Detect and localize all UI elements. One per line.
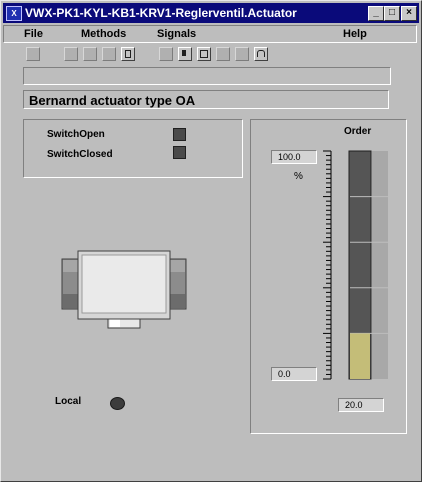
order-min-value: 0.0 <box>271 367 317 381</box>
tool-7-icon[interactable] <box>178 47 192 61</box>
tool-7-glyph <box>182 50 186 56</box>
local-indicator <box>110 397 125 410</box>
description-field: Bernarnd actuator type OA <box>23 90 389 109</box>
switch-open-label: SwitchOpen <box>47 129 105 140</box>
tool-2-icon[interactable] <box>64 47 78 61</box>
tool-9-icon[interactable] <box>216 47 230 61</box>
tool-8-icon[interactable] <box>197 47 211 61</box>
tool-1-icon[interactable] <box>26 47 40 61</box>
tool-10-icon[interactable] <box>235 47 249 61</box>
order-unit: % <box>294 171 303 182</box>
order-title: Order <box>344 126 372 137</box>
menu-methods[interactable]: Methods <box>81 28 126 40</box>
tool-3-icon[interactable] <box>83 47 97 61</box>
order-max-value: 100.0 <box>271 150 317 164</box>
order-bar-gauge <box>323 150 388 380</box>
maximize-button[interactable]: □ <box>384 6 400 21</box>
order-current-value: 20.0 <box>338 398 384 412</box>
switch-closed-label: SwitchClosed <box>47 149 113 160</box>
tool-4-icon[interactable] <box>102 47 116 61</box>
order-bar-shadow <box>372 151 388 379</box>
tool-11-icon[interactable] <box>254 47 268 61</box>
close-button[interactable]: × <box>401 6 417 21</box>
local-label: Local <box>55 396 82 407</box>
status-field <box>23 67 391 85</box>
window-title: VWX-PK1-KYL-KB1-KRV1-Reglerventil.Actuat… <box>25 6 297 20</box>
tool-5-icon[interactable] <box>121 47 135 61</box>
switch-open-indicator <box>173 128 186 141</box>
switch-closed-indicator <box>173 146 186 159</box>
actuator-left-flange-bottom <box>63 294 79 308</box>
tool-5-glyph <box>125 50 131 58</box>
app-icon[interactable]: X <box>6 6 22 21</box>
menu-file[interactable]: File <box>24 28 43 40</box>
menu-signals[interactable]: Signals <box>157 28 196 40</box>
actuator-window: X VWX-PK1-KYL-KB1-KRV1-Reglerventil.Actu… <box>0 0 422 482</box>
minimize-button[interactable]: _ <box>368 6 384 21</box>
title-bar[interactable]: X VWX-PK1-KYL-KB1-KRV1-Reglerventil.Actu… <box>3 3 419 23</box>
actuator-right-flange-bottom <box>169 294 185 308</box>
menu-bar: File Methods Signals Help <box>3 25 417 43</box>
actuator-right-flange-top <box>169 260 185 272</box>
menu-help[interactable]: Help <box>343 28 367 40</box>
tool-6-icon[interactable] <box>159 47 173 61</box>
actuator-left-flange-top <box>63 260 79 272</box>
tool-8-glyph <box>200 50 208 58</box>
tool-11-glyph <box>257 50 265 57</box>
scale-ticks <box>323 150 331 380</box>
actuator-graphic[interactable] <box>61 249 189 331</box>
order-bar-fill <box>350 333 370 379</box>
actuator-body-face <box>81 254 167 314</box>
